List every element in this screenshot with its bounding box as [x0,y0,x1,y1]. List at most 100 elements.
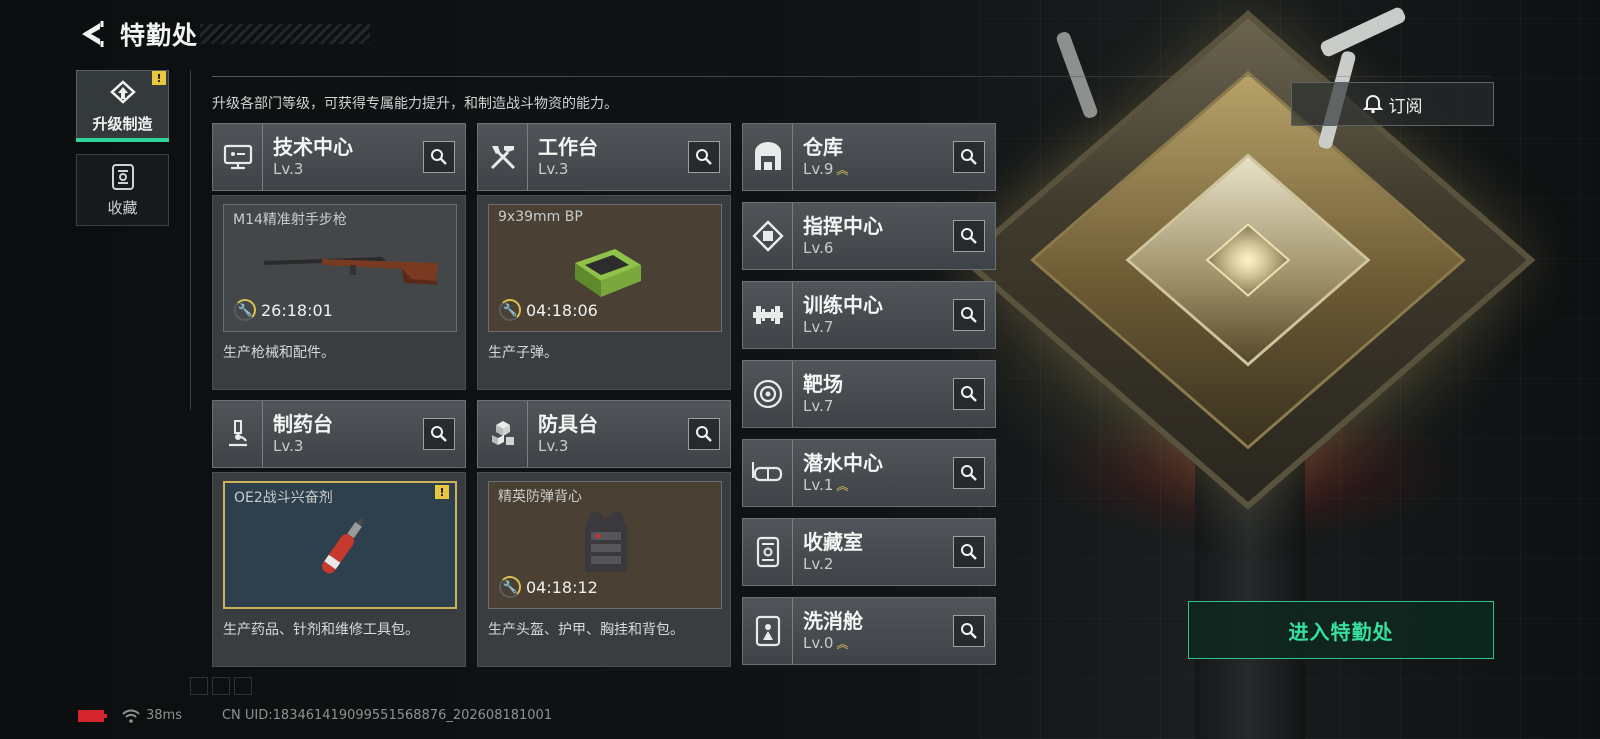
production-panel: 精英防弹背心 🔧 04:18:12 生产头盔、护甲、胸挂和背包。 [477,472,731,667]
dumbbell-icon [743,282,793,348]
dept-shooting-range[interactable]: 靶场 Lv.7 [742,360,996,428]
dept-tech-center[interactable]: 技术中心 Lv.3 [212,123,466,191]
dept-description: 生产子弹。 [488,345,558,361]
dept-name: 潜水中心 [803,450,883,475]
dept-level: Lv.3 [273,160,304,178]
production-slot[interactable]: M14精准射手步枪 🔧 26:18:01 [223,204,457,332]
warning-badge: ! [152,71,166,85]
search-icon [961,228,977,244]
ping-text: 38ms [146,708,182,723]
dept-level: Lv.3 [538,160,569,178]
dept-name: 防具台 [538,412,598,436]
dept-name: 指挥中心 [803,214,883,238]
page-title: 特勤处 [120,21,199,50]
dept-name: 靶场 [803,372,843,396]
nav-upgrade-craft[interactable]: ! 升级制造 [76,70,169,142]
search-button[interactable] [953,220,985,252]
nav-collection[interactable]: 收藏 [76,154,169,226]
search-icon [961,623,977,639]
dept-warehouse[interactable]: 仓库 Lv.9 ︽ [742,123,996,191]
dept-name: 训练中心 [803,293,883,317]
warehouse-icon [743,124,793,190]
divider [212,76,1492,77]
production-panel: 9x39mm BP 🔧 04:18:06 生产子弹。 [477,195,731,390]
search-button[interactable] [953,299,985,331]
diving-mask-icon [743,440,793,506]
cubes-icon [478,401,528,467]
dept-training-center[interactable]: 训练中心 Lv.7 [742,281,996,349]
dept-description: 生产枪械和配件。 [223,345,335,361]
production-slot[interactable]: 精英防弹背心 🔧 04:18:12 [488,481,722,609]
uid-text: CN UID:18346141909955156887​6_2026081810… [221,708,553,723]
dept-armor[interactable]: 防具台 Lv.3 [477,400,731,468]
item-name: 精英防弹背心 [498,489,582,505]
rifle-image [264,257,438,285]
search-icon [961,386,977,402]
injector-image [322,518,364,574]
enter-special-ops-button[interactable]: 进入特勤处 [1188,601,1494,659]
upgrade-icon [109,79,136,104]
timer-text: 26:18:01 [261,300,333,320]
dept-level: Lv.3 [538,437,569,455]
dept-command-center[interactable]: 指挥中心 Lv.6 [742,202,996,270]
ammo-box-image [575,249,641,297]
search-button[interactable] [953,457,985,489]
collection-icon [743,519,793,585]
decoration [190,677,208,695]
dept-pharmacy[interactable]: 制药台 Lv.3 [212,400,466,468]
production-panel: OE2战斗兴奋剂 ! 生产药品、针剂和维修工具包。 [212,472,466,667]
wrench-timer-icon: 🔧 [499,299,521,321]
divider [190,70,191,410]
search-icon [961,544,977,560]
chip-icon [743,203,793,269]
search-icon [961,307,977,323]
description-text: 升级各部门等级，可获得专属能力提升，和制造战斗物资的能力。 [212,96,618,112]
page-header: 特勤处 [76,16,198,52]
timer-text: 04:18:12 [526,577,598,597]
decoration [212,677,230,695]
search-icon [431,426,447,442]
computer-icon [213,124,263,190]
dept-name: 仓库 [803,134,843,159]
back-arrow-icon[interactable] [76,19,104,49]
production-slot[interactable]: 9x39mm BP 🔧 04:18:06 [488,204,722,332]
search-button[interactable] [423,418,455,450]
dept-name: 洗消舱 [803,608,863,633]
battery-icon [78,709,107,722]
search-icon [961,149,977,165]
dept-name: 技术中心 [273,135,353,159]
target-icon [743,361,793,427]
upgrade-available-icon: ︽ [836,478,849,493]
vest-image [585,512,627,572]
search-button[interactable] [423,141,455,173]
production-slot[interactable]: OE2战斗兴奋剂 ! [223,481,457,609]
dept-collection-room[interactable]: 收藏室 Lv.2 [742,518,996,586]
nav-label: 升级制造 [92,114,153,133]
search-icon [431,149,447,165]
production-panel: M14精准射手步枪 🔧 26:18:01 生产枪械和配件。 [212,195,466,390]
subscribe-button[interactable]: 订阅 [1291,82,1494,126]
dept-decon-chamber[interactable]: 洗消舱 Lv.0 ︽ [742,597,996,665]
dept-level: Lv.7 [803,318,834,336]
production-timer: 🔧 04:18:06 [499,299,598,321]
dept-level: Lv.7 [803,397,834,415]
search-button[interactable] [953,378,985,410]
warning-badge: ! [435,485,449,499]
wifi-icon [122,709,140,723]
subscribe-label: 订阅 [1388,96,1423,117]
dept-workbench[interactable]: 工作台 Lv.3 [477,123,731,191]
search-button[interactable] [953,615,985,647]
search-button[interactable] [688,418,720,450]
item-name: 9x39mm BP [498,209,583,225]
decoration [234,677,252,695]
dept-level: Lv.2 [803,555,834,573]
search-button[interactable] [953,536,985,568]
search-icon [961,465,977,481]
dept-description: 生产药品、针剂和维修工具包。 [223,622,419,638]
search-button[interactable] [953,141,985,173]
dept-name: 收藏室 [803,530,863,554]
wrench-timer-icon: 🔧 [499,576,521,598]
search-button[interactable] [688,141,720,173]
dept-diving-center[interactable]: 潜水中心 Lv.1 ︽ [742,439,996,507]
bell-icon [1362,94,1383,114]
